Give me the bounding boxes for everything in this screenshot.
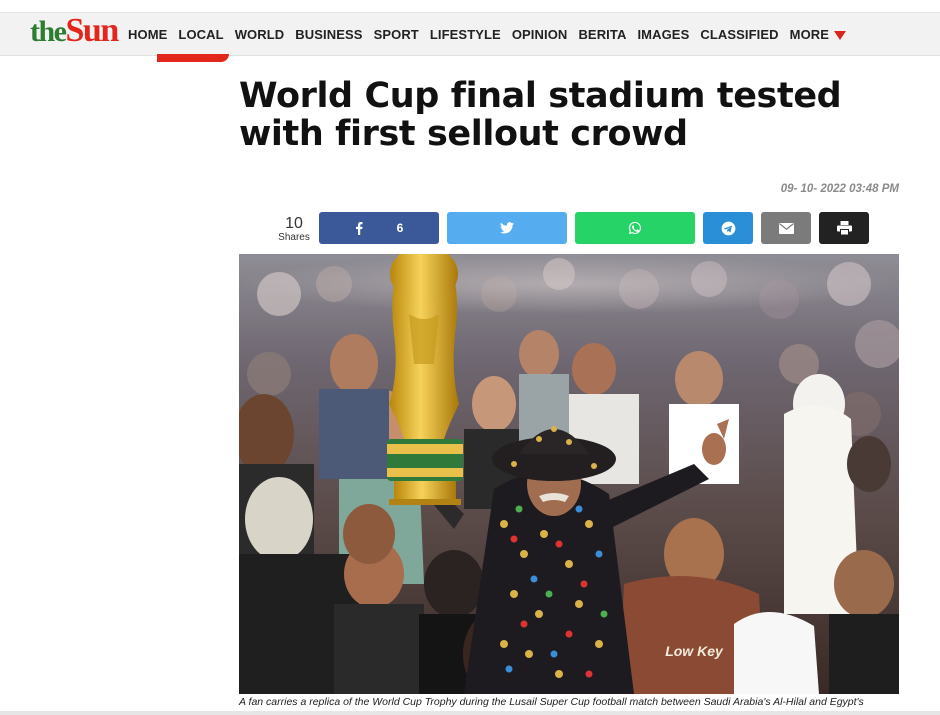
nav-lifestyle[interactable]: LIFESTYLE [430, 27, 501, 42]
print-button[interactable] [819, 212, 869, 244]
trophy-replica [387, 254, 463, 505]
page-bottom-bar [0, 711, 940, 715]
email-share-button[interactable] [761, 212, 811, 244]
main-nav: HOME LOCAL WORLD BUSINESS SPORT LIFESTYL… [128, 27, 857, 42]
whatsapp-icon [628, 221, 641, 235]
chevron-down-icon [834, 30, 847, 40]
section-tag[interactable] [157, 54, 229, 62]
email-icon [778, 222, 794, 234]
article-date: 09- 10- 2022 03:48 PM [780, 183, 899, 195]
print-icon [836, 221, 852, 235]
share-count: 10 [285, 215, 303, 232]
share-count-label: Shares [278, 232, 310, 243]
shirt-sign-text: Low Key [665, 643, 724, 659]
twitter-share-button[interactable] [447, 212, 567, 244]
nav-classified[interactable]: CLASSIFIED [700, 27, 778, 42]
nav-local[interactable]: LOCAL [178, 27, 223, 42]
telegram-share-button[interactable] [703, 212, 753, 244]
facebook-icon [355, 221, 363, 235]
stadium-fans-image: Low Key [239, 254, 899, 694]
nav-berita[interactable]: BERITA [578, 27, 626, 42]
site-header: the Sun HOME LOCAL WORLD BUSINESS SPORT L… [0, 12, 940, 56]
article-photo: Low Key [239, 254, 899, 694]
telegram-icon [721, 221, 735, 235]
nav-images[interactable]: IMAGES [637, 27, 689, 42]
nav-home[interactable]: HOME [128, 27, 167, 42]
nav-world[interactable]: WORLD [235, 27, 285, 42]
nav-business[interactable]: BUSINESS [295, 27, 362, 42]
nav-more-label: MORE [789, 27, 830, 42]
top-strip [0, 0, 940, 12]
whatsapp-share-button[interactable] [575, 212, 695, 244]
facebook-share-button[interactable]: 6 [319, 212, 439, 244]
facebook-share-count: 6 [396, 221, 404, 235]
logo-the: the [30, 15, 67, 48]
nav-opinion[interactable]: OPINION [512, 27, 568, 42]
article-headline: World Cup final stadium tested with firs… [239, 76, 842, 154]
site-logo[interactable]: the Sun [30, 12, 120, 49]
logo-sun: Sun [65, 12, 120, 49]
nav-more[interactable]: MORE [789, 27, 847, 42]
share-counter: 10 Shares [274, 215, 314, 244]
twitter-icon [500, 222, 514, 234]
nav-sport[interactable]: SPORT [374, 27, 419, 42]
